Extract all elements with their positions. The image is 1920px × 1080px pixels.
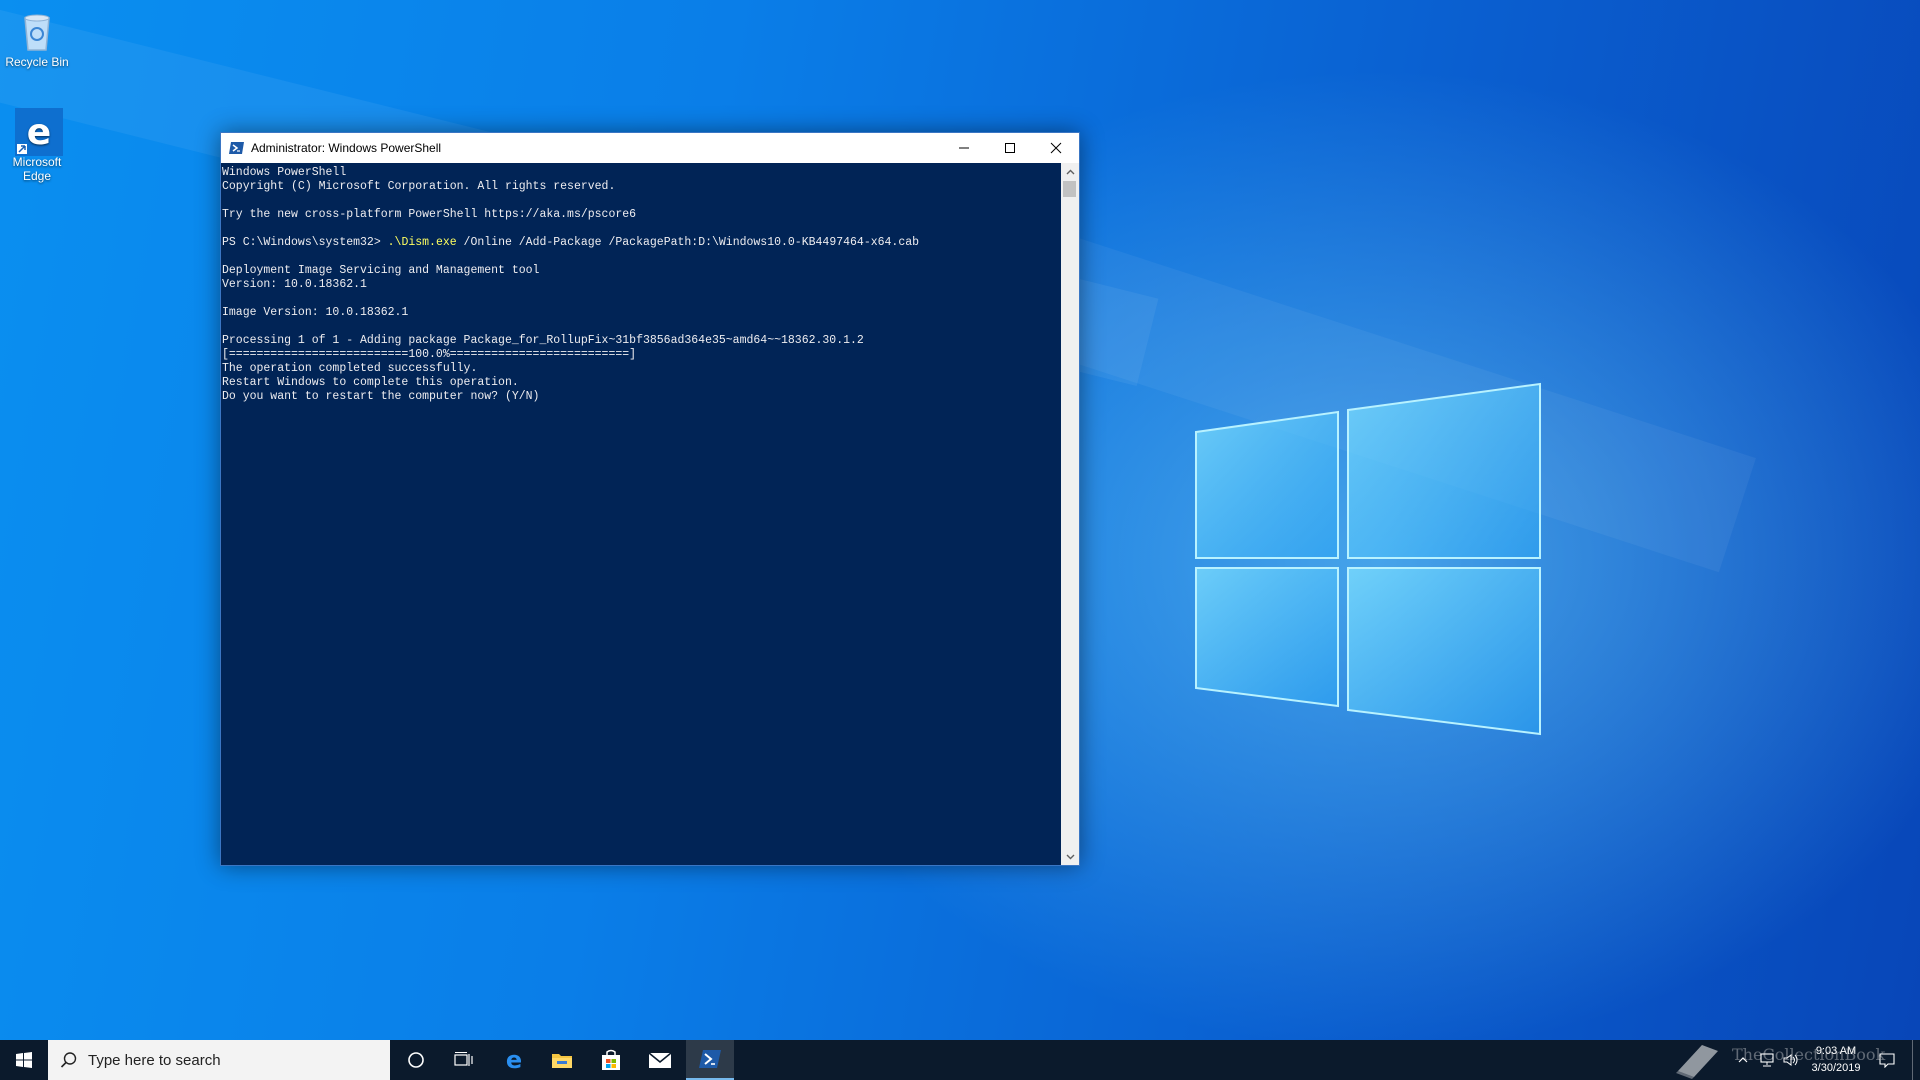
show-hidden-icons-button[interactable]: [1732, 1040, 1754, 1080]
powershell-icon: [229, 140, 245, 156]
watermark-book-icon: [1676, 1045, 1718, 1079]
network-icon: [1760, 1053, 1774, 1067]
tray-date: 3/30/2019: [1811, 1062, 1861, 1074]
file-explorer-button[interactable]: [538, 1040, 586, 1080]
network-button[interactable]: [1756, 1040, 1778, 1080]
chevron-up-icon: [1738, 1057, 1748, 1063]
minimize-button[interactable]: [941, 133, 987, 163]
window-title: Administrator: Windows PowerShell: [251, 141, 442, 155]
cortana-button[interactable]: [392, 1040, 440, 1080]
console-line: Processing 1 of 1 - Adding package Packa…: [222, 334, 864, 347]
volume-icon: [1783, 1054, 1798, 1066]
console-line: Version: 10.0.18362.1: [222, 278, 367, 291]
taskbar-search-box[interactable]: Type here to search: [48, 1040, 390, 1080]
console-output[interactable]: Windows PowerShell Copyright (C) Microso…: [221, 163, 1061, 865]
windows-start-icon: [16, 1052, 32, 1068]
scroll-down-button[interactable]: [1061, 848, 1079, 865]
console-line: Do you want to restart the computer now?…: [222, 390, 540, 403]
maximize-icon: [1005, 143, 1015, 153]
notification-icon: [1879, 1053, 1895, 1068]
console-prompt: PS C:\Windows\system32>: [222, 236, 388, 249]
edge-label: Microsoft Edge: [12, 155, 62, 183]
show-desktop-button[interactable]: [1912, 1040, 1920, 1080]
recycle-bin-label: Recycle Bin: [5, 55, 69, 69]
console-line: Image Version: 10.0.18362.1: [222, 306, 409, 319]
edge-icon: e: [506, 1048, 522, 1072]
start-button[interactable]: [0, 1040, 48, 1080]
svg-text:e: e: [506, 1048, 522, 1072]
window-titlebar[interactable]: Administrator: Windows PowerShell: [221, 133, 1079, 163]
console-line: Copyright (C) Microsoft Corporation. All…: [222, 180, 616, 193]
action-center-button[interactable]: [1870, 1040, 1904, 1080]
windows-logo: [1195, 382, 1541, 736]
console-line: Restart Windows to complete this operati…: [222, 376, 519, 389]
console-command-line: PS C:\Windows\system32> .\Dism.exe /Onli…: [222, 236, 919, 249]
chevron-up-icon: [1066, 169, 1074, 174]
scroll-thumb[interactable]: [1063, 181, 1076, 197]
task-view-icon: [454, 1052, 473, 1066]
powershell-icon: [699, 1050, 721, 1068]
console-line: Windows PowerShell: [222, 166, 347, 179]
console-command-exe: .\Dism.exe: [387, 236, 457, 249]
powershell-taskbar-button[interactable]: [686, 1040, 734, 1080]
powershell-window[interactable]: Administrator: Windows PowerShell Window…: [220, 132, 1080, 866]
svg-text:e: e: [27, 112, 51, 153]
scroll-up-button[interactable]: [1061, 163, 1079, 180]
edge-taskbar-button[interactable]: e: [490, 1040, 538, 1080]
mail-icon: [648, 1052, 672, 1068]
store-button[interactable]: [587, 1040, 635, 1080]
console-line: Try the new cross-platform PowerShell ht…: [222, 208, 637, 221]
vertical-scrollbar[interactable]: [1061, 163, 1079, 865]
console-line: The operation completed successfully.: [222, 362, 478, 375]
close-button[interactable]: [1033, 133, 1079, 163]
edge-icon: e: [15, 108, 63, 156]
mail-button[interactable]: [636, 1040, 684, 1080]
search-icon: [60, 1052, 77, 1068]
console-line: Deployment Image Servicing and Managemen…: [222, 264, 540, 277]
store-icon: [602, 1049, 620, 1070]
taskbar: Type here to search e TheCollectionBook …: [0, 1040, 1920, 1080]
file-explorer-icon: [552, 1054, 572, 1068]
chevron-down-icon: [1066, 854, 1074, 859]
search-placeholder: Type here to search: [88, 1051, 221, 1069]
edge-shortcut[interactable]: e Microsoft Edge: [0, 108, 77, 183]
volume-button[interactable]: [1780, 1040, 1802, 1080]
recycle-bin-shortcut[interactable]: Recycle Bin: [0, 8, 77, 69]
cortana-icon: [408, 1052, 424, 1068]
maximize-button[interactable]: [987, 133, 1033, 163]
console-command-args: /Online /Add-Package /PackagePath:D:\Win…: [456, 236, 920, 249]
minimize-icon: [959, 147, 969, 149]
close-icon: [1050, 142, 1062, 154]
recycle-bin-icon: [15, 8, 59, 52]
progress-line: [==========================100.0%=======…: [222, 348, 637, 361]
task-view-button[interactable]: [440, 1040, 488, 1080]
clock[interactable]: 9:03 AM 3/30/2019: [1806, 1043, 1866, 1077]
tray-time: 9:03 AM: [1815, 1045, 1857, 1057]
